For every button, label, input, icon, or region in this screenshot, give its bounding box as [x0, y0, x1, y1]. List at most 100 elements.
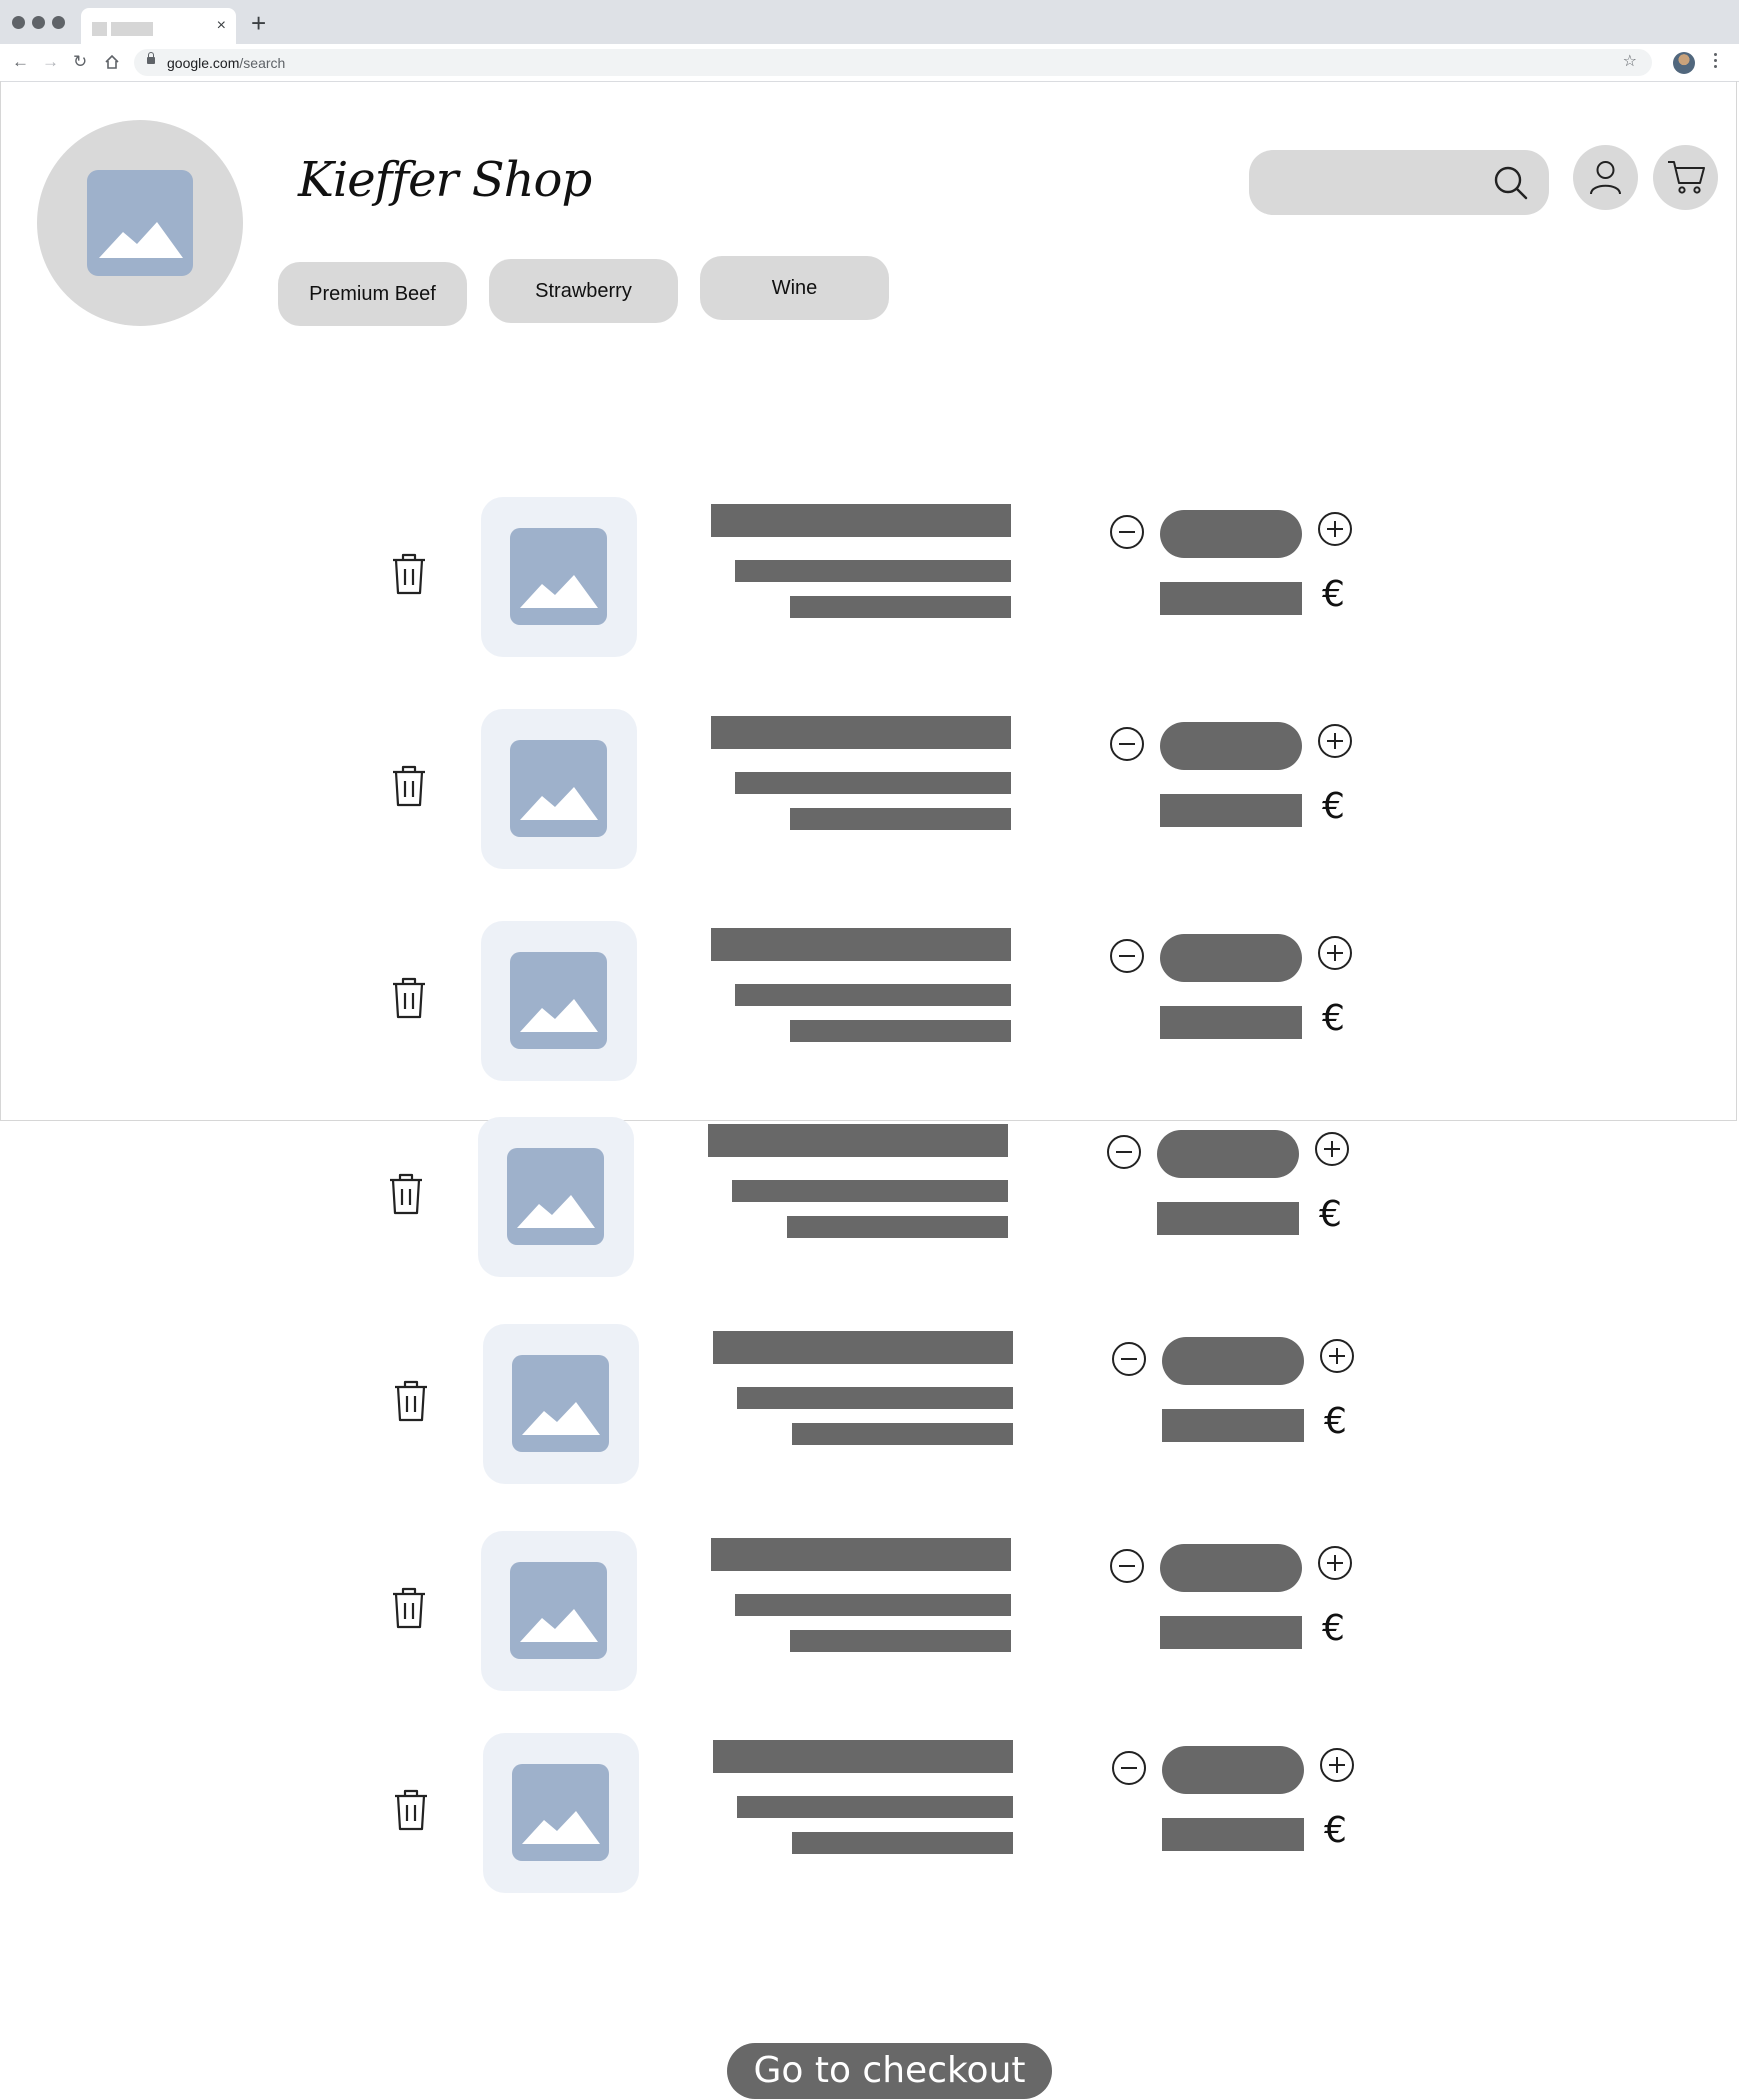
url-text: google.com/search [167, 55, 285, 71]
plus-icon[interactable] [1317, 935, 1353, 971]
user-icon [1590, 161, 1621, 195]
product-name-placeholder [711, 928, 1011, 961]
product-image-icon [512, 1355, 609, 1452]
reload-icon[interactable]: ↻ [73, 52, 87, 72]
product-thumbnail[interactable] [481, 1531, 637, 1691]
window-minimize-dot[interactable] [32, 16, 45, 29]
trash-icon[interactable] [390, 1586, 428, 1630]
quantity-field[interactable] [1162, 1337, 1304, 1385]
price-placeholder [1162, 1409, 1304, 1442]
price-placeholder [1160, 1006, 1302, 1039]
minus-icon[interactable] [1109, 726, 1145, 762]
new-tab-icon[interactable]: + [251, 9, 266, 37]
category-chip-wine[interactable]: Wine [700, 256, 889, 320]
tab-favicon-placeholder [92, 22, 107, 36]
window-maximize-dot[interactable] [52, 16, 65, 29]
plus-icon[interactable] [1319, 1747, 1355, 1783]
product-name-placeholder [711, 1538, 1011, 1571]
plus-icon[interactable] [1317, 723, 1353, 759]
browser-tab-strip: × + [0, 0, 1739, 44]
price-placeholder [1160, 582, 1302, 615]
tab-title-placeholder [111, 22, 153, 36]
cart-item-7: € [2, 1733, 1739, 1893]
cart-item-1: € [0, 497, 1739, 657]
product-image-icon [512, 1764, 609, 1861]
product-thumbnail[interactable] [481, 921, 637, 1081]
category-chip-premium-beef[interactable]: Premium Beef [278, 262, 467, 326]
quantity-field[interactable] [1160, 510, 1302, 558]
trash-icon[interactable] [390, 976, 428, 1020]
browser-tab[interactable]: × [81, 8, 236, 44]
product-detail-placeholder [790, 1020, 1011, 1042]
trash-icon[interactable] [392, 1788, 430, 1832]
product-thumbnail[interactable] [478, 1117, 634, 1277]
product-image-icon [510, 528, 607, 625]
product-thumbnail[interactable] [483, 1324, 639, 1484]
plus-icon[interactable] [1317, 1545, 1353, 1581]
product-detail-placeholder [735, 984, 1011, 1006]
product-detail-placeholder [787, 1216, 1008, 1238]
product-name-placeholder [711, 504, 1011, 537]
back-icon[interactable]: ← [12, 52, 29, 72]
checkout-button[interactable]: Go to checkout [727, 2043, 1052, 2099]
lock-icon [147, 52, 155, 64]
minus-icon[interactable] [1106, 1134, 1142, 1170]
shop-name: Kieffer Shop [298, 152, 592, 208]
quantity-field[interactable] [1162, 1746, 1304, 1794]
quantity-field[interactable] [1160, 1544, 1302, 1592]
quantity-field[interactable] [1160, 722, 1302, 770]
product-thumbnail[interactable] [481, 709, 637, 869]
product-image-icon [507, 1148, 604, 1245]
minus-icon[interactable] [1111, 1341, 1147, 1377]
category-chip-strawberry[interactable]: Strawberry [489, 259, 678, 323]
quantity-field[interactable] [1160, 934, 1302, 982]
product-name-placeholder [713, 1331, 1013, 1364]
trash-icon[interactable] [390, 764, 428, 808]
window-close-dot[interactable] [12, 16, 25, 29]
cart-item-3: € [0, 921, 1739, 1081]
home-icon[interactable] [104, 54, 120, 70]
plus-icon[interactable] [1319, 1338, 1355, 1374]
plus-icon[interactable] [1314, 1131, 1350, 1167]
cart-item-6: € [0, 1531, 1739, 1691]
quantity-field[interactable] [1157, 1130, 1299, 1178]
minus-icon[interactable] [1109, 938, 1145, 974]
star-icon[interactable]: ☆ [1623, 53, 1637, 71]
product-image-icon [510, 1562, 607, 1659]
product-name-placeholder [711, 716, 1011, 749]
minus-icon[interactable] [1109, 1548, 1145, 1584]
address-bar[interactable]: google.com/search ☆ [134, 49, 1652, 76]
product-thumbnail[interactable] [483, 1733, 639, 1893]
trash-icon[interactable] [387, 1172, 425, 1216]
menu-icon[interactable] [1714, 53, 1718, 71]
currency-symbol: € [1322, 574, 1345, 615]
forward-icon[interactable]: → [42, 52, 59, 72]
profile-avatar[interactable] [1673, 52, 1695, 74]
product-detail-placeholder [737, 1796, 1013, 1818]
trash-icon[interactable] [390, 552, 428, 596]
search-input[interactable] [1249, 150, 1549, 215]
product-thumbnail[interactable] [481, 497, 637, 657]
plus-icon[interactable] [1317, 511, 1353, 547]
cart-item-5: € [2, 1324, 1739, 1484]
url-domain: google.com [167, 55, 240, 71]
product-detail-placeholder [790, 808, 1011, 830]
shop-logo[interactable] [37, 120, 243, 326]
account-button[interactable] [1573, 145, 1638, 210]
currency-symbol: € [1322, 786, 1345, 827]
trash-icon[interactable] [392, 1379, 430, 1423]
product-detail-placeholder [792, 1423, 1013, 1445]
search-icon[interactable] [1493, 165, 1529, 201]
currency-symbol: € [1322, 998, 1345, 1039]
cart-button[interactable] [1653, 145, 1718, 210]
currency-symbol: € [1324, 1810, 1347, 1851]
cart-item-4: € [0, 1117, 1736, 1277]
price-placeholder [1157, 1202, 1299, 1235]
currency-symbol: € [1324, 1401, 1347, 1442]
minus-icon[interactable] [1111, 1750, 1147, 1786]
minus-icon[interactable] [1109, 514, 1145, 550]
logo-image-icon [87, 170, 193, 276]
product-detail-placeholder [735, 560, 1011, 582]
price-placeholder [1162, 1818, 1304, 1851]
tab-close-icon[interactable]: × [217, 17, 226, 35]
